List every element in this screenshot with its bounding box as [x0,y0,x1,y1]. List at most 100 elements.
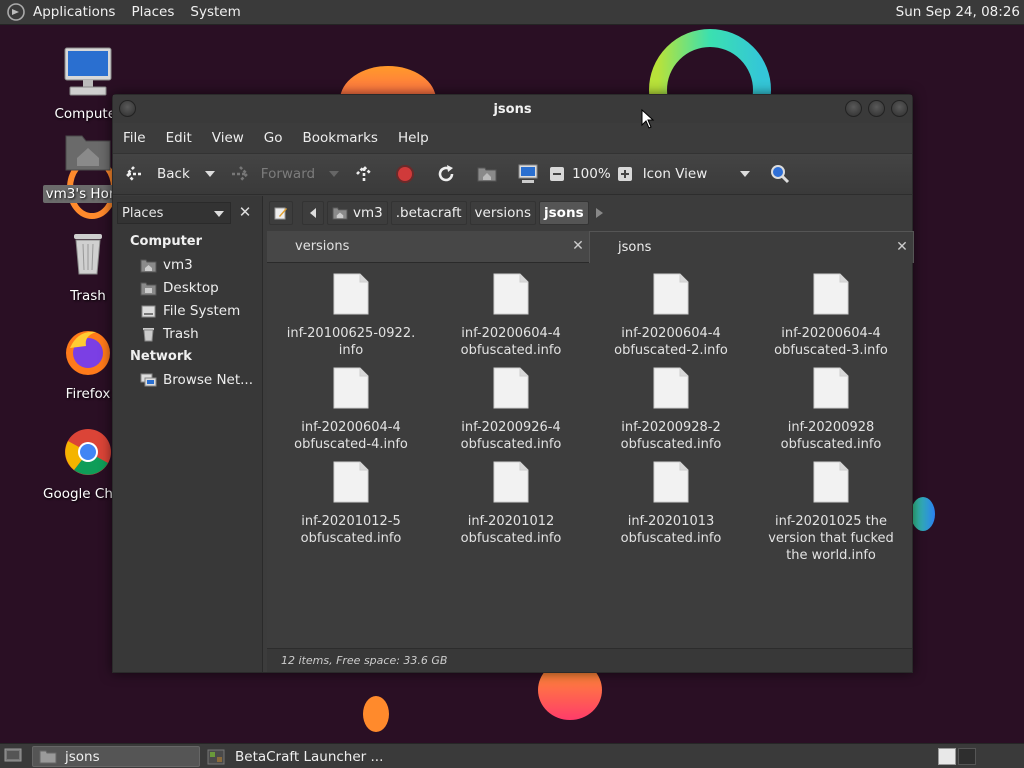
zoom-in-button[interactable] [617,154,633,194]
side-pane-selector[interactable]: Places [117,202,231,224]
back-history-dropdown[interactable] [204,154,215,194]
place-file-system[interactable]: File System [140,303,240,319]
bottom-panel: jsons BetaCraft Launcher ... [0,743,1024,768]
document-icon [333,461,369,503]
document-icon [813,461,849,503]
close-button[interactable] [891,100,908,117]
stop-button[interactable] [394,154,416,194]
search-icon [771,165,790,184]
forward-history-dropdown[interactable] [329,154,340,194]
clock[interactable]: Sun Sep 24, 08:26 [896,4,1020,20]
toolbar: Back Forward 100% Icon View [113,153,912,195]
breadcrumb-vm3[interactable]: vm3 [327,201,388,225]
file-item[interactable]: inf-20200604-4 obfuscated-3.info [751,273,911,359]
file-item[interactable]: inf-20201012-5 obfuscated.info [271,461,431,547]
menu-file[interactable]: File [113,130,156,146]
place-browse-network[interactable]: Browse Net... [140,372,253,388]
document-icon [493,367,529,409]
view-mode-select[interactable]: Icon View [643,154,751,194]
file-item[interactable]: inf-20200928 obfuscated.info [751,367,911,453]
task-betacraft-launcher[interactable]: BetaCraft Launcher ... [202,746,402,767]
file-name-line: inf-20200928-2 [621,420,721,435]
file-name-line: inf-20200604-4 [301,420,401,435]
file-item[interactable]: inf-20201013 obfuscated.info [591,461,751,547]
place-vm3[interactable]: vm3 [140,257,193,273]
computer-icon [518,164,538,183]
file-item[interactable]: inf-20200926-4 obfuscated.info [431,367,591,453]
place-label: Browse Net... [163,372,254,388]
file-name-line: version that fucked [768,531,894,546]
up-button[interactable] [353,154,375,194]
zoom-out-button[interactable] [549,154,565,194]
breadcrumb-label: vm3 [353,205,383,221]
file-name-line: inf-20201013 [627,514,715,529]
file-item[interactable]: inf-20201025 the version that fucked the w… [751,461,911,564]
menu-help[interactable]: Help [388,130,439,146]
file-item[interactable]: inf-20201012 obfuscated.info [431,461,591,547]
menu-go[interactable]: Go [254,130,293,146]
distro-logo-icon[interactable] [6,2,26,22]
file-item[interactable]: inf-20200928-2 obfuscated.info [591,367,751,453]
title-bar[interactable]: jsons [113,95,912,123]
document-icon [653,273,689,315]
places-menu[interactable]: Places [123,4,182,20]
place-desktop[interactable]: Desktop [140,280,219,296]
file-name-line: obfuscated.info [460,437,562,452]
menu-view[interactable]: View [202,130,254,146]
task-label: jsons [65,748,100,765]
folder-icon [39,750,57,763]
show-desktop-icon[interactable] [4,748,22,764]
file-name-line: inf-20100625-0922. [286,326,416,341]
toggle-location-entry-button[interactable] [269,201,293,225]
tab-versions[interactable]: versions ✕ [267,231,589,263]
home-folder-icon [332,207,348,220]
breadcrumb-scroll-right[interactable] [592,201,608,225]
breadcrumb-versions[interactable]: versions [469,201,537,225]
close-tab-icon[interactable]: ✕ [571,239,585,253]
home-button[interactable] [476,154,498,194]
menu-edit[interactable]: Edit [156,130,202,146]
document-icon [653,367,689,409]
arrow-up-icon [356,165,372,182]
minimize-button[interactable] [845,100,862,117]
file-name-line: inf-20200604-4 [621,326,721,341]
tab-label: versions [295,239,350,254]
chevron-down-icon [204,171,215,177]
top-panel: Applications Places System Sun Sep 24, 0… [0,0,1024,25]
breadcrumb-betacraft[interactable]: .betacraft [390,201,467,225]
zoom-level[interactable]: 100% [572,154,611,194]
tab-jsons[interactable]: jsons ✕ [589,231,914,263]
workspace-1[interactable] [938,748,956,765]
file-name-line: obfuscated-3.info [774,343,888,358]
forward-label: Forward [260,166,316,182]
place-trash[interactable]: Trash [140,326,199,342]
reload-button[interactable] [435,154,457,194]
forward-button[interactable]: Forward [229,154,315,194]
file-name-line: obfuscated.info [300,531,402,546]
file-item[interactable]: inf-20200604-4 obfuscated-2.info [591,273,751,359]
file-item[interactable]: inf-20200604-4 obfuscated.info [431,273,591,359]
breadcrumb-scroll-left[interactable] [302,201,324,225]
close-tab-icon[interactable]: ✕ [895,240,909,254]
menu-bookmarks[interactable]: Bookmarks [293,130,388,146]
computer-button[interactable] [517,154,539,194]
applications-menu[interactable]: Applications [32,4,123,20]
maximize-button[interactable] [868,100,885,117]
system-menu[interactable]: System [182,4,248,20]
search-button[interactable] [769,154,791,194]
network-icon [140,373,157,386]
location-bar: vm3 .betacraft versions jsons [269,200,912,226]
workspace-2[interactable] [958,748,976,765]
breadcrumb-jsons[interactable]: jsons [539,201,589,225]
back-button[interactable]: Back [123,154,190,194]
file-item[interactable]: inf-20200604-4 obfuscated-4.info [271,367,431,453]
drive-icon [141,305,156,317]
document-icon [653,461,689,503]
zoom-out-icon [550,167,565,181]
chevron-down-icon [329,171,340,177]
edit-icon [274,207,287,220]
task-jsons[interactable]: jsons [32,746,200,767]
close-side-pane-button[interactable]: ✕ [235,202,255,224]
file-icon-view[interactable]: inf-20100625-0922. info inf-20200604-4 obf… [267,263,912,648]
file-item[interactable]: inf-20100625-0922. info [271,273,431,359]
